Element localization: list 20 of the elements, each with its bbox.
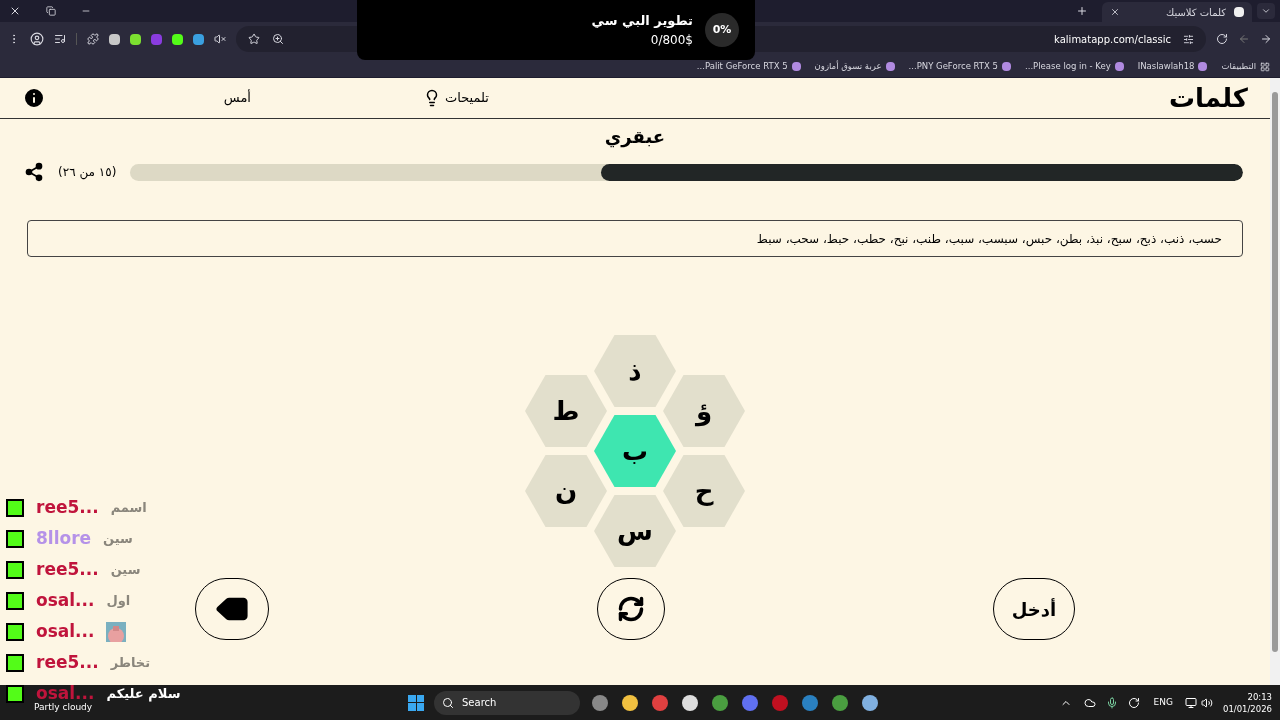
tab-title: كلمات كلاسيك xyxy=(1164,5,1226,20)
found-words: حسب، ذنب، ذبح، سبح، نبذ، بطن، حبس، سبسب، سبب، طنب، نبح، حطب، حبط، سحب، سبط xyxy=(756,230,1222,248)
goal-title: تطوير البي سي xyxy=(591,12,693,31)
chat-message: تخاطر xyxy=(110,654,151,673)
chat-message: سين xyxy=(110,561,141,580)
chat-username: ree5... xyxy=(36,651,99,675)
chat-message: سلام عليكم xyxy=(106,685,181,704)
chat-username: ree5... xyxy=(36,558,99,582)
chat-message: اول xyxy=(106,592,131,611)
chat-username: 8llore xyxy=(36,527,92,551)
chat-username: ree5... xyxy=(36,496,99,520)
chat-message: اسمم xyxy=(110,499,147,518)
progress-count: (١٥ من ٢٦) xyxy=(58,164,117,181)
rank-title: عبقري xyxy=(603,125,667,150)
chat-username: osal... xyxy=(36,682,95,704)
chat-username: osal... xyxy=(36,620,95,644)
goal-percent: 0% xyxy=(705,13,739,47)
chat-username: osal... xyxy=(36,589,95,613)
chat-message: سين xyxy=(103,530,133,549)
goal-amount: 0/800$ xyxy=(650,31,693,49)
